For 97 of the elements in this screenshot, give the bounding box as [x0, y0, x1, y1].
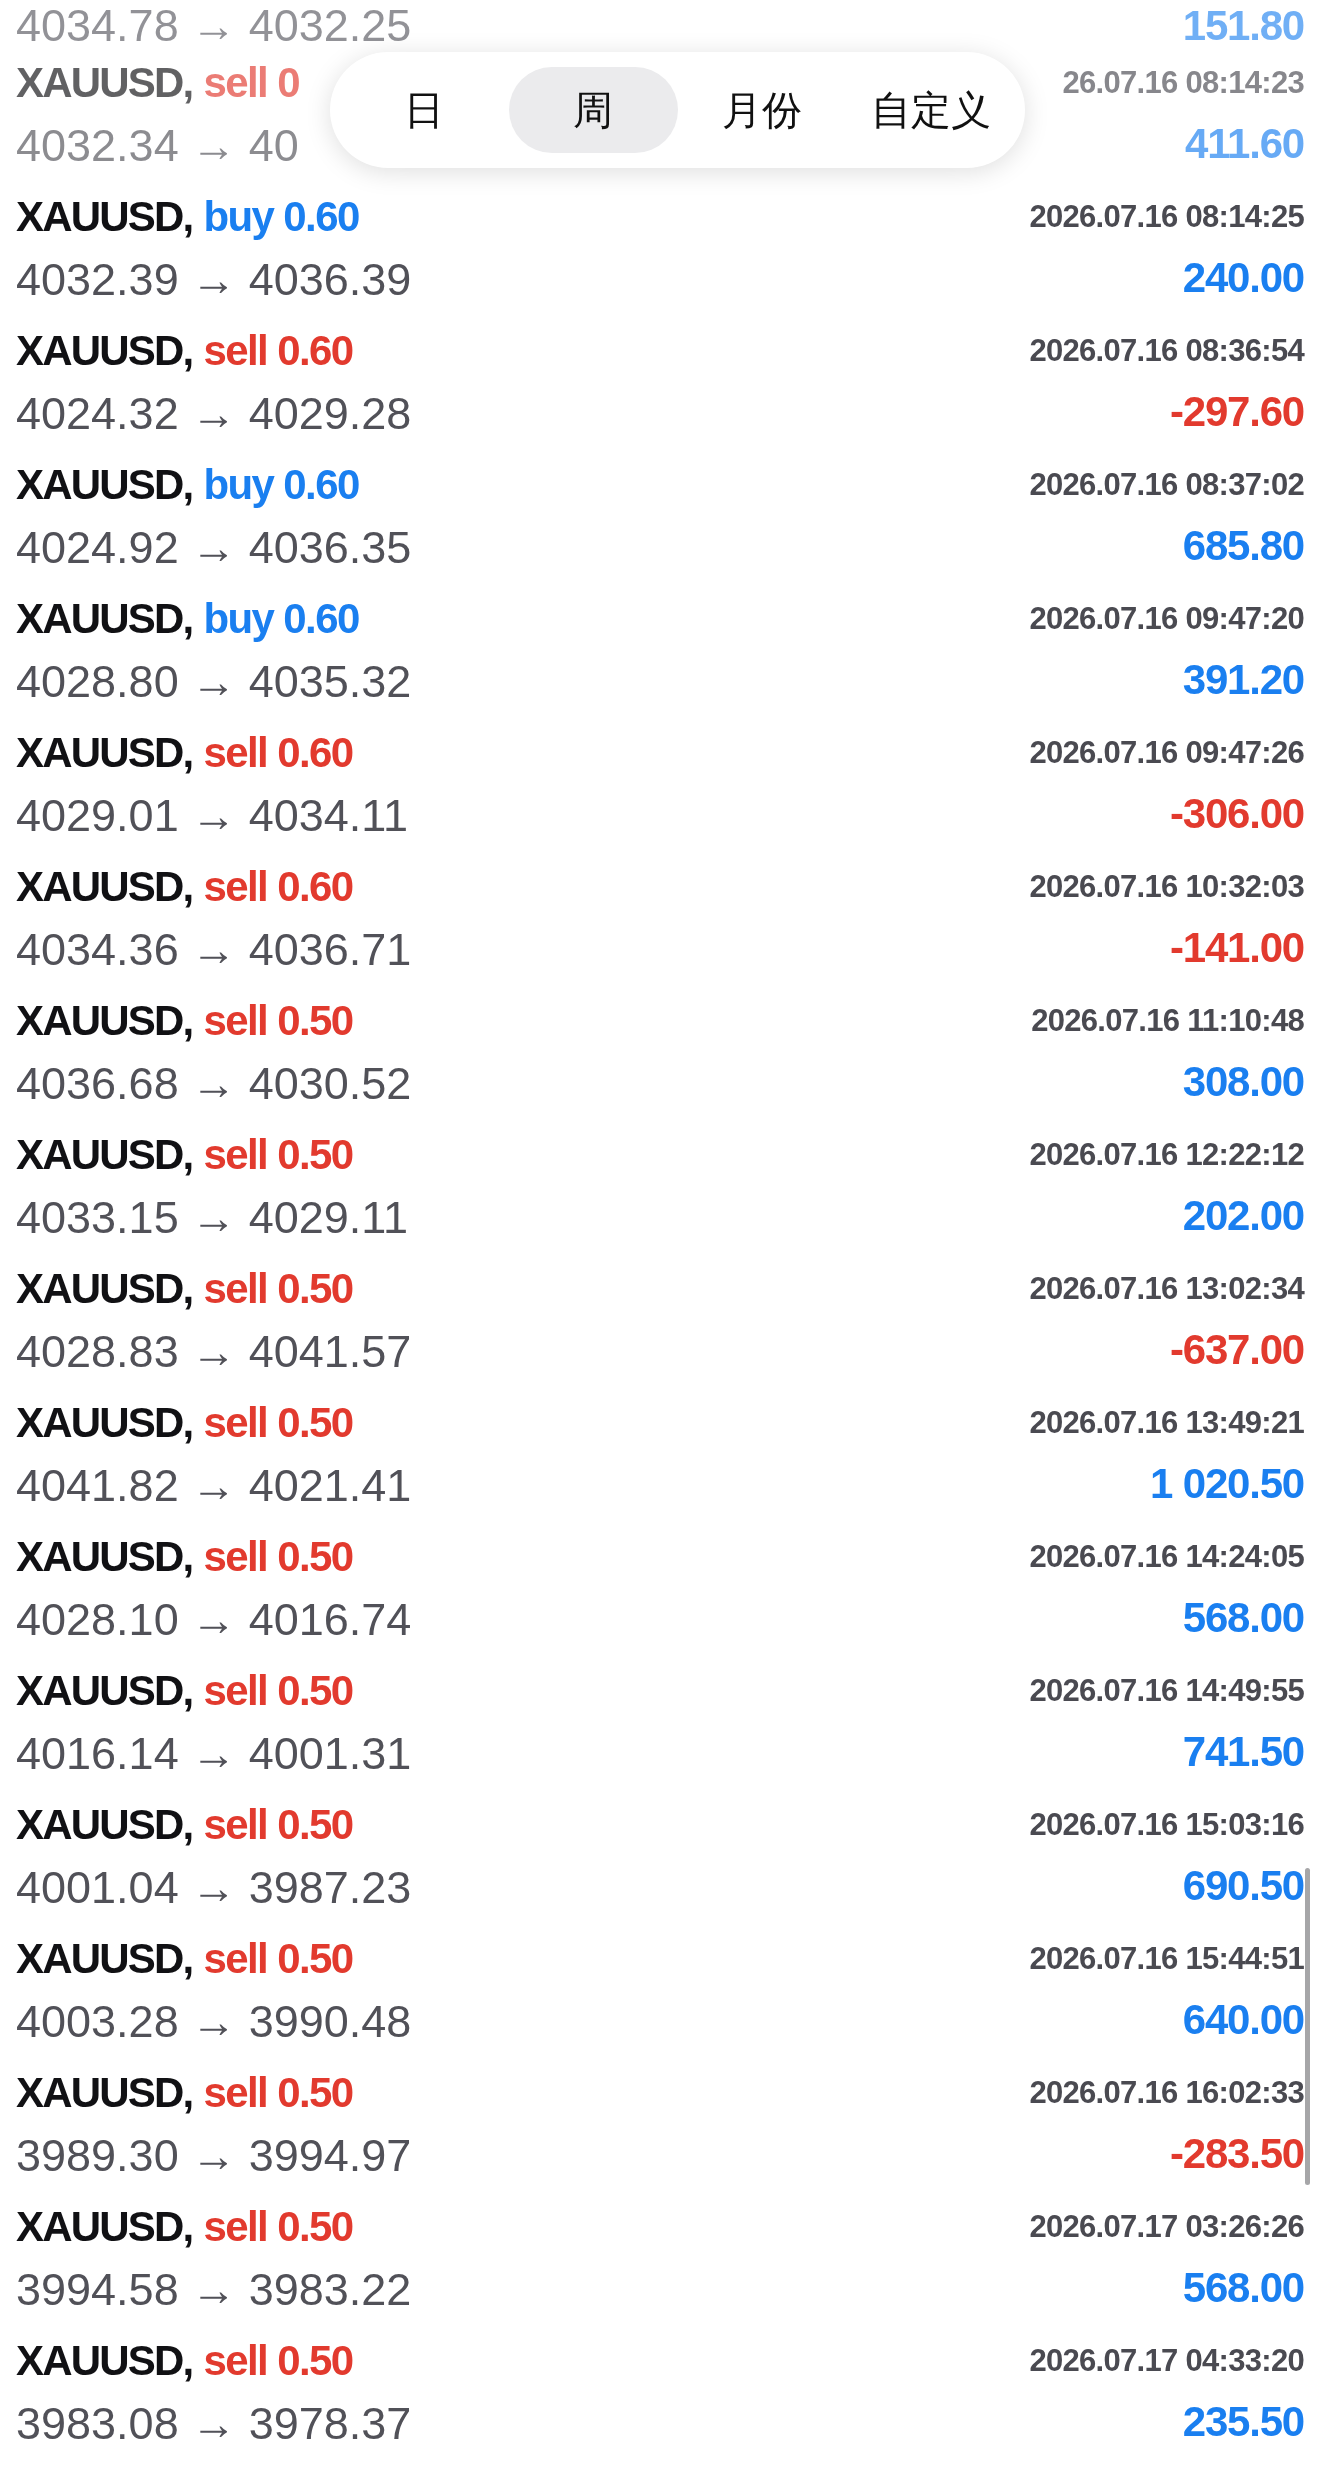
profit-text: 690.50	[1182, 1862, 1304, 1910]
price-range-text: 4036.68 → 4030.52	[16, 1058, 412, 1110]
price-range-text: 3989.30 → 3994.97	[16, 2130, 412, 2182]
price-range-text: 4003.28 → 3990.48	[16, 1996, 412, 2048]
period-tab[interactable]: 自定义	[846, 67, 1015, 153]
symbol-text: XAUUSD,	[16, 1399, 193, 1447]
order-type-text: sell 0.50	[203, 2203, 353, 2251]
price-range-text: 4028.83 → 4041.57	[16, 1326, 412, 1378]
timestamp-text: 2026.07.16 14:24:05	[1029, 1539, 1304, 1575]
scrollbar[interactable]	[1305, 1868, 1310, 2185]
profit-text: 308.00	[1182, 1058, 1304, 1106]
order-type-text: buy 0.60	[203, 193, 359, 241]
price-range-text: 4028.80 → 4035.32	[16, 656, 412, 708]
symbol-text: XAUUSD,	[16, 1533, 193, 1581]
symbol-text: XAUUSD,	[16, 1935, 193, 1983]
profit-text: 151.80	[1182, 2, 1304, 50]
price-range-text: 3994.58 → 3983.22	[16, 2264, 412, 2316]
order-type-text: sell 0.50	[203, 1667, 353, 1715]
timestamp-text: 2026.07.16 14:49:55	[1029, 1673, 1304, 1709]
price-range-text: 4028.10 → 4016.74	[16, 1594, 412, 1646]
symbol-text: XAUUSD,	[16, 1667, 193, 1715]
symbol-text: XAUUSD,	[16, 59, 193, 107]
order-type-text: buy 0.60	[203, 595, 359, 643]
symbol-text: XAUUSD,	[16, 1131, 193, 1179]
timestamp-text: 2026.07.16 15:03:16	[1029, 1807, 1304, 1843]
order-type-text: sell 0.50	[203, 1801, 353, 1849]
symbol-text: XAUUSD,	[16, 193, 193, 241]
symbol-text: XAUUSD,	[16, 327, 193, 375]
timestamp-text: 2026.07.16 08:37:02	[1029, 467, 1304, 503]
timestamp-text: 2026.07.16 16:02:33	[1029, 2075, 1304, 2111]
symbol-text: XAUUSD,	[16, 1801, 193, 1849]
symbol-text: XAUUSD,	[16, 997, 193, 1045]
symbol-text: XAUUSD,	[16, 729, 193, 777]
profit-text: 685.80	[1182, 522, 1304, 570]
timestamp-text: 2026.07.16 08:36:54	[1029, 333, 1304, 369]
price-range-text: 4032.39 → 4036.39	[16, 254, 412, 306]
period-tab[interactable]: 周	[508, 67, 678, 153]
price-range-text: 4024.92 → 4036.35	[16, 522, 412, 574]
symbol-text: XAUUSD,	[16, 595, 193, 643]
symbol-text: XAUUSD,	[16, 863, 193, 911]
order-type-text: sell 0.50	[203, 2337, 353, 2385]
profit-text: 202.00	[1182, 1192, 1304, 1240]
symbol-text: XAUUSD,	[16, 2337, 193, 2385]
price-range-text: 4001.04 → 3987.23	[16, 1862, 412, 1914]
order-type-text: sell 0.50	[203, 1399, 353, 1447]
timestamp-text: 26.07.16 08:14:23	[1062, 65, 1304, 101]
timestamp-text: 2026.07.16 13:49:21	[1029, 1405, 1304, 1441]
price-range-text: 4041.82 → 4021.41	[16, 1460, 412, 1512]
order-type-text: sell 0.50	[203, 1131, 353, 1179]
timestamp-text: 2026.07.16 09:47:20	[1029, 601, 1304, 637]
profit-text: 240.00	[1182, 254, 1304, 302]
profit-text: -283.50	[1169, 2130, 1304, 2178]
timestamp-text: 2026.07.16 13:02:34	[1029, 1271, 1304, 1307]
profit-text: 411.60	[1185, 120, 1304, 168]
period-tab[interactable]: 月份	[677, 67, 847, 153]
symbol-text: XAUUSD,	[16, 461, 193, 509]
profit-text: 640.00	[1182, 1996, 1304, 2044]
price-range-text: 4034.78 → 4032.25	[16, 0, 412, 52]
profit-text: 741.50	[1182, 1728, 1304, 1776]
order-type-text: sell 0.50	[203, 997, 353, 1045]
order-type-text: sell 0.60	[203, 327, 353, 375]
symbol-text: XAUUSD,	[16, 2203, 193, 2251]
profit-text: -141.00	[1169, 924, 1304, 972]
order-type-text: sell 0.50	[203, 1533, 353, 1581]
price-range-text: 4029.01 → 4034.11	[16, 790, 408, 842]
timestamp-text: 2026.07.16 09:47:26	[1029, 735, 1304, 771]
price-range-text: 4034.36 → 4036.71	[16, 924, 412, 976]
timestamp-text: 2026.07.16 11:10:48	[1031, 1003, 1304, 1039]
symbol-text: XAUUSD,	[16, 1265, 193, 1313]
profit-text: 568.00	[1182, 1594, 1304, 1642]
profit-text: -297.60	[1169, 388, 1304, 436]
profit-text: -306.00	[1169, 790, 1304, 838]
order-type-text: sell 0.50	[203, 1265, 353, 1313]
price-range-text: 4033.15 → 4029.11	[16, 1192, 408, 1244]
profit-text: 568.00	[1182, 2264, 1304, 2312]
price-range-text: 4016.14 → 4001.31	[16, 1728, 412, 1780]
period-tab[interactable]: 日	[340, 67, 509, 153]
timestamp-text: 2026.07.17 03:26:26	[1029, 2209, 1304, 2245]
timestamp-text: 2026.07.16 10:32:03	[1029, 869, 1304, 905]
price-range-text: 3983.08 → 3978.37	[16, 2398, 412, 2450]
order-type-text: sell 0	[203, 59, 299, 107]
timestamp-text: 2026.07.16 15:44:51	[1029, 1941, 1304, 1977]
order-type-text: sell 0.50	[203, 1935, 353, 1983]
order-type-text: sell 0.60	[203, 729, 353, 777]
order-type-text: sell 0.60	[203, 863, 353, 911]
timestamp-text: 2026.07.16 12:22:12	[1029, 1137, 1304, 1173]
price-range-text: 4024.32 → 4029.28	[16, 388, 412, 440]
order-type-text: sell 0.50	[203, 2069, 353, 2117]
price-range-text: 4032.34 → 40	[16, 120, 299, 172]
profit-text: 391.20	[1182, 656, 1304, 704]
timestamp-text: 2026.07.17 04:33:20	[1029, 2343, 1304, 2379]
profit-text: 1 020.50	[1150, 1460, 1304, 1508]
symbol-text: XAUUSD,	[16, 2069, 193, 2117]
timestamp-text: 2026.07.16 08:14:25	[1029, 199, 1304, 235]
order-type-text: buy 0.60	[203, 461, 359, 509]
profit-text: -637.00	[1169, 1326, 1304, 1374]
profit-text: 235.50	[1182, 2398, 1304, 2446]
